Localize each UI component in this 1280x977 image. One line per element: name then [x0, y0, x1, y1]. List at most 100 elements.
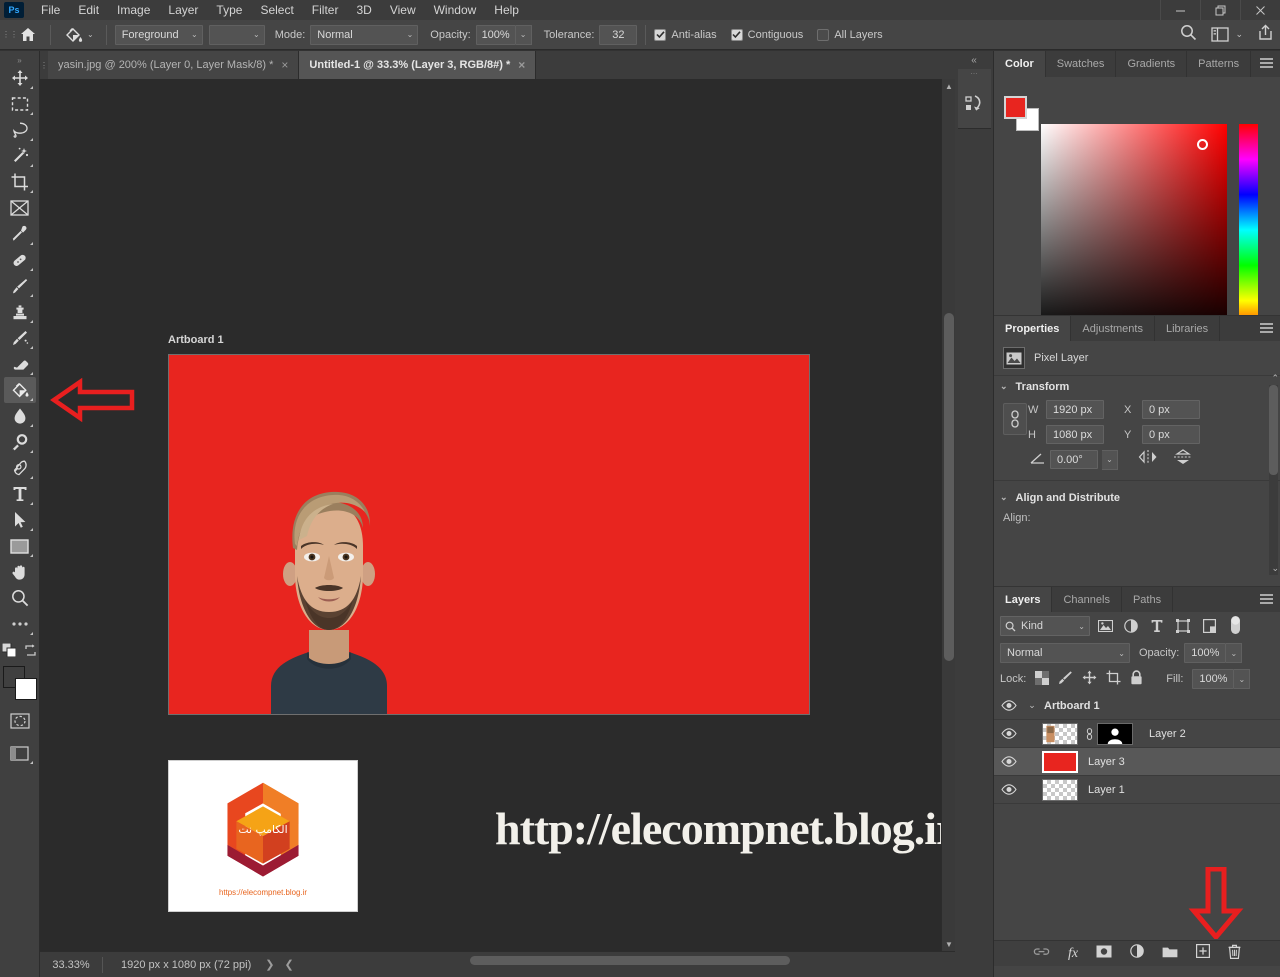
tab-gradients[interactable]: Gradients	[1116, 51, 1188, 77]
link-aspect-ratio-icon[interactable]	[1003, 403, 1027, 435]
tab-properties[interactable]: Properties	[994, 316, 1072, 341]
visibility-toggle-icon[interactable]	[994, 728, 1024, 739]
align-section-header[interactable]: ⌄ Align and Distribute	[994, 487, 1280, 508]
quick-mask-button[interactable]	[4, 708, 36, 734]
filter-smart-object-icon[interactable]	[1198, 616, 1220, 636]
menu-edit[interactable]: Edit	[69, 0, 108, 20]
panel-menu-icon[interactable]	[1259, 321, 1274, 339]
layer-blend-mode-select[interactable]: Normal ⌄	[1000, 643, 1130, 663]
tabbar-grip[interactable]: ⋮	[40, 51, 48, 79]
magic-wand-tool[interactable]	[4, 143, 36, 169]
lock-position-icon[interactable]	[1082, 670, 1097, 688]
visibility-toggle-icon[interactable]	[994, 756, 1024, 767]
artboard-1[interactable]	[168, 354, 810, 715]
crop-tool[interactable]	[4, 169, 36, 195]
transform-section-header[interactable]: ⌄ Transform	[994, 376, 1280, 397]
menu-layer[interactable]: Layer	[159, 0, 207, 20]
menu-file[interactable]: File	[32, 0, 69, 20]
scroll-down-icon[interactable]: ▼	[942, 937, 955, 951]
layer-thumbnail[interactable]	[1042, 750, 1078, 773]
layer-mask-thumbnail[interactable]	[1097, 722, 1133, 745]
chevron-right-icon[interactable]: ❯	[265, 958, 274, 971]
color-picker-marker[interactable]	[1197, 138, 1209, 150]
default-colors-icon[interactable]	[1, 642, 17, 662]
filter-adjustment-icon[interactable]	[1120, 616, 1142, 636]
menu-image[interactable]: Image	[108, 0, 159, 20]
collapse-panels-icon[interactable]: «	[955, 51, 993, 69]
filter-pixel-icon[interactable]	[1094, 616, 1116, 636]
delete-layer-icon[interactable]	[1228, 944, 1241, 964]
anti-alias-checkbox[interactable]: Anti-alias	[654, 28, 717, 41]
fill-input[interactable]: 100%	[1192, 669, 1235, 689]
scroll-down-icon[interactable]: ⌄	[1271, 563, 1279, 574]
layer-style-fx-icon[interactable]: fx	[1068, 946, 1078, 962]
color-swatches[interactable]	[2, 666, 37, 700]
rectangle-tool[interactable]	[4, 533, 36, 559]
logo-image-layer[interactable]: الکامپ نت https://elecompnet.blog.ir	[168, 760, 358, 912]
rectangular-marquee-tool[interactable]	[4, 91, 36, 117]
artboard-expand-icon[interactable]: ⌄	[1024, 700, 1040, 711]
eraser-tool[interactable]	[4, 351, 36, 377]
menu-help[interactable]: Help	[485, 0, 528, 20]
contiguous-checkbox[interactable]: Contiguous	[730, 28, 803, 41]
restore-button[interactable]	[1200, 0, 1240, 20]
swap-colors-icon[interactable]	[24, 643, 37, 662]
edit-toolbar-button[interactable]	[4, 611, 36, 637]
blend-mode-select[interactable]: Normal ⌄	[310, 24, 419, 45]
chevron-down-icon[interactable]: ⌄	[87, 30, 94, 39]
tab-swatches[interactable]: Swatches	[1045, 51, 1117, 77]
move-tool[interactable]	[4, 65, 36, 91]
paint-bucket-tool[interactable]	[3, 377, 36, 403]
horizontal-type-tool[interactable]	[4, 481, 36, 507]
blur-tool[interactable]	[4, 403, 36, 429]
frame-tool[interactable]	[4, 195, 36, 221]
layer-row-artboard-1[interactable]: ⌄ Artboard 1	[994, 692, 1280, 720]
layer-name[interactable]: Artboard 1	[1044, 700, 1100, 712]
chevron-left-icon[interactable]: ❮	[284, 958, 293, 971]
panel-menu-icon[interactable]	[1259, 592, 1274, 610]
document-tab-untitled1[interactable]: Untitled-1 @ 33.3% (Layer 3, RGB/8#) * ×	[299, 51, 537, 79]
close-button[interactable]	[1240, 0, 1280, 20]
layer-opacity-dropdown-icon[interactable]: ⌄	[1226, 643, 1243, 663]
toolbar-grip[interactable]: »	[0, 55, 39, 65]
layer-name[interactable]: Layer 2	[1149, 728, 1186, 740]
y-input[interactable]: 0 px	[1142, 425, 1200, 444]
tab-color[interactable]: Color	[994, 51, 1046, 77]
pattern-select[interactable]: ⌄	[208, 24, 265, 45]
angle-input[interactable]: 0.00°	[1050, 450, 1098, 469]
foreground-color-swatch[interactable]	[1004, 96, 1027, 119]
mask-link-icon[interactable]	[1084, 727, 1094, 740]
layer-filter-kind-select[interactable]: Kind ⌄	[1000, 616, 1090, 636]
width-input[interactable]: 1920 px	[1046, 400, 1104, 419]
new-adjustment-layer-icon[interactable]	[1130, 944, 1144, 963]
filter-type-icon[interactable]	[1146, 616, 1168, 636]
close-icon[interactable]: ×	[281, 58, 288, 72]
flip-vertical-icon[interactable]	[1174, 449, 1192, 470]
color-panel-swatches[interactable]	[1004, 96, 1039, 131]
menu-select[interactable]: Select	[251, 0, 302, 20]
canvas-area[interactable]: Artboard 1 الکامپ نت https://elecompnet.…	[40, 79, 955, 951]
lock-artboard-icon[interactable]	[1106, 670, 1121, 688]
tab-libraries[interactable]: Libraries	[1154, 316, 1221, 341]
flip-horizontal-icon[interactable]	[1138, 450, 1158, 469]
menu-window[interactable]: Window	[425, 0, 486, 20]
share-icon[interactable]	[1257, 24, 1274, 46]
scrollbar-thumb[interactable]	[944, 313, 954, 661]
fill-dropdown-icon[interactable]: ⌄	[1234, 669, 1251, 689]
eyedropper-tool[interactable]	[4, 221, 36, 247]
properties-scrollbar-thumb[interactable]	[1269, 385, 1278, 475]
filter-enable-toggle[interactable]	[1224, 616, 1246, 636]
canvas-vertical-scrollbar[interactable]: ▲ ▼	[941, 79, 955, 951]
layer-row-layer-2[interactable]: Layer 2	[994, 720, 1280, 748]
menu-3d[interactable]: 3D	[347, 0, 380, 20]
layer-row-layer-1[interactable]: Layer 1	[994, 776, 1280, 804]
home-button[interactable]	[14, 23, 42, 47]
hand-tool[interactable]	[4, 559, 36, 585]
opacity-dropdown-icon[interactable]: ⌄	[515, 24, 532, 45]
layer-opacity-input[interactable]: 100%	[1184, 643, 1227, 663]
add-layer-mask-icon[interactable]	[1096, 945, 1112, 963]
layer-thumbnail[interactable]	[1042, 722, 1078, 745]
brush-tool[interactable]	[4, 273, 36, 299]
history-actions-icon[interactable]	[957, 79, 991, 129]
options-bar-grip[interactable]: ⋮⋮	[2, 25, 18, 45]
